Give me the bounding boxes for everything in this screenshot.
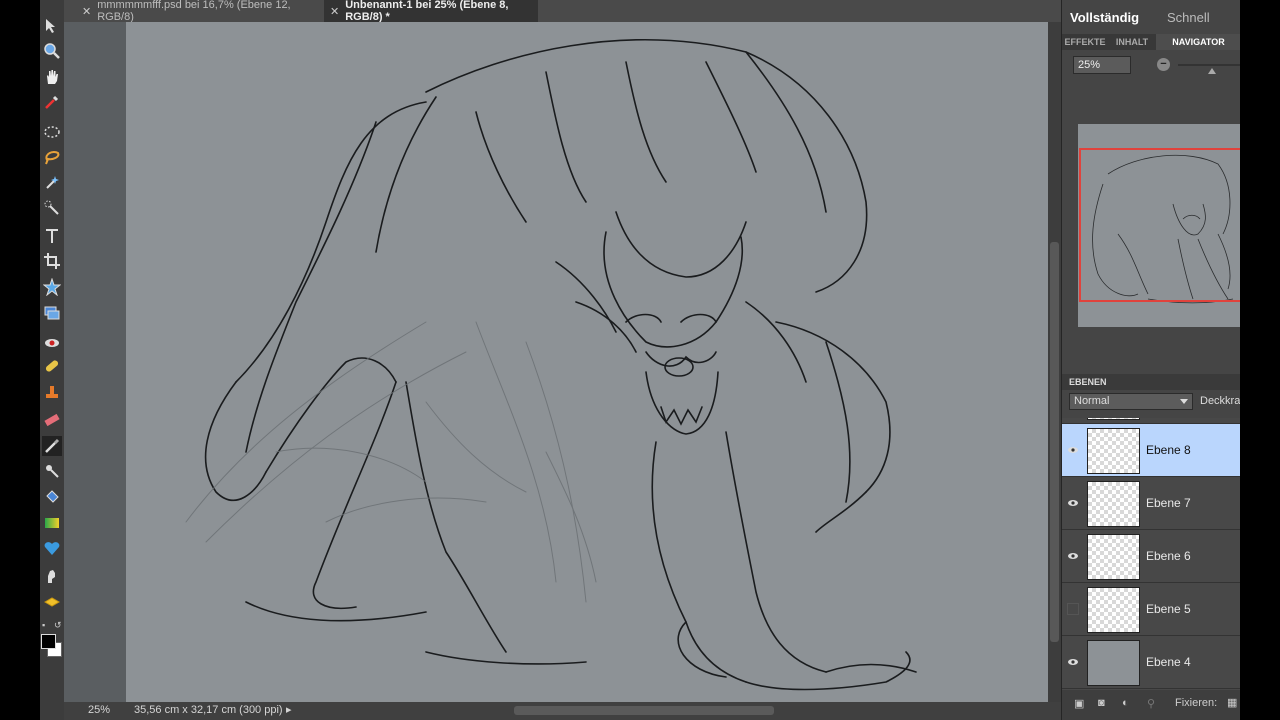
custom-shape-icon[interactable] xyxy=(42,538,62,558)
close-icon[interactable]: ✕ xyxy=(330,5,339,18)
sponge-icon[interactable] xyxy=(42,592,62,612)
navigator-thumbnail[interactable] xyxy=(1078,124,1240,327)
layers-toolbar: ▣ ◙ ◐ ⚲ Fixieren: ▦ xyxy=(1062,690,1240,720)
close-icon[interactable]: ✕ xyxy=(82,5,91,18)
horizontal-scroll-thumb[interactable] xyxy=(514,706,774,715)
default-colors-icon[interactable]: ▪ xyxy=(42,620,45,630)
layer-ebene-7[interactable]: Ebene 7 xyxy=(1062,477,1240,530)
move-icon[interactable] xyxy=(42,16,62,36)
layer-thumbnail xyxy=(1087,428,1140,474)
tab-effekte[interactable]: EFFEKTE xyxy=(1062,34,1108,50)
layer-thumbnail xyxy=(1087,640,1140,686)
tab-mmmmmmfff[interactable]: ✕ mmmmmmfff.psd bei 16,7% (Ebene 12, RGB… xyxy=(76,0,322,23)
tab-label: Unbenannt-1 bei 25% (Ebene 8, RGB/8) * xyxy=(345,0,509,23)
smart-brush-icon[interactable] xyxy=(42,461,62,481)
layer-name: Ebene 4 xyxy=(1146,655,1191,669)
panel-tabs: EFFEKTE INHALT NAVIGATOR xyxy=(1062,34,1240,50)
layer-thumbnail xyxy=(1087,587,1140,633)
tab-unbenannt[interactable]: ✕ Unbenannt-1 bei 25% (Ebene 8, RGB/8) * xyxy=(324,0,538,23)
sketch-canvas[interactable] xyxy=(126,22,1048,702)
layer-ebene-8[interactable]: Ebene 8 xyxy=(1062,424,1240,477)
eye-hidden-icon[interactable] xyxy=(1067,603,1079,615)
link-icon[interactable]: ⚲ xyxy=(1147,697,1155,710)
layers-list: Ebene 8 Ebene 7 Ebene 6 Ebene 5 Ebene 4 xyxy=(1062,418,1240,690)
type-icon[interactable] xyxy=(42,226,62,246)
eye-icon[interactable] xyxy=(1067,497,1079,509)
layer-thumbnail xyxy=(1087,534,1140,580)
tab-navigator[interactable]: NAVIGATOR xyxy=(1156,34,1240,50)
werewolf-sketch xyxy=(185,39,917,691)
navigator-zoom-input[interactable]: 25% xyxy=(1073,56,1131,74)
paint-bucket-icon[interactable] xyxy=(42,487,62,507)
swap-colors-icon[interactable]: ↺ xyxy=(54,620,62,631)
layer-name: Ebene 6 xyxy=(1146,549,1191,563)
vertical-scrollbar[interactable] xyxy=(1048,22,1061,702)
status-menu-arrow-icon[interactable]: ▸ xyxy=(286,703,292,716)
layer-thumbnail xyxy=(1087,418,1140,420)
canvas-area[interactable] xyxy=(64,22,1048,702)
layer-ebene-4[interactable]: Ebene 4 xyxy=(1062,636,1240,689)
toolbox: ▪ ↺ xyxy=(40,0,65,720)
foreground-color-swatch[interactable] xyxy=(41,634,56,649)
stamp-icon[interactable] xyxy=(42,382,62,402)
status-doc-size: 35,56 cm x 32,17 cm (300 ppi) xyxy=(134,704,283,716)
hand-icon[interactable] xyxy=(42,67,62,87)
eye-icon[interactable] xyxy=(1067,444,1079,456)
layer-thumbnail xyxy=(1087,481,1140,527)
smudge-icon[interactable] xyxy=(42,566,62,586)
adjustment-icon[interactable]: ◐ xyxy=(1122,697,1129,709)
layer-mask-icon[interactable]: ◙ xyxy=(1098,697,1105,709)
status-zoom: 25% xyxy=(88,704,111,716)
layer-ebene-6[interactable]: Ebene 6 xyxy=(1062,530,1240,583)
layer-name: Ebene 7 xyxy=(1146,496,1191,510)
quick-selection-icon[interactable] xyxy=(42,198,62,218)
new-layer-icon[interactable]: ▣ xyxy=(1074,697,1084,710)
status-bar: 25% 35,56 cm x 32,17 cm (300 ppi) ▸ xyxy=(64,702,1061,720)
navigator-view-box[interactable] xyxy=(1079,148,1240,302)
zoom-slider-track[interactable] xyxy=(1178,64,1240,66)
red-eye-icon[interactable] xyxy=(42,332,62,352)
eyedropper-icon[interactable] xyxy=(42,92,62,112)
blend-mode-value: Normal xyxy=(1074,395,1110,407)
zoom-slider-knob[interactable] xyxy=(1208,68,1216,74)
right-panel: Vollständig Schnell EFFEKTE INHALT NAVIG… xyxy=(1061,0,1240,720)
layer-ebene-5[interactable]: Ebene 5 xyxy=(1062,583,1240,636)
crop-icon[interactable] xyxy=(42,251,62,271)
lock-label: Fixieren: xyxy=(1175,697,1218,709)
brush-icon[interactable] xyxy=(42,436,62,456)
tab-label: mmmmmmfff.psd bei 16,7% (Ebene 12, RGB/8… xyxy=(97,0,291,23)
healing-icon[interactable] xyxy=(42,356,62,376)
eye-icon[interactable] xyxy=(1067,656,1079,668)
layer-name: Ebene 8 xyxy=(1146,443,1191,457)
eraser-icon[interactable] xyxy=(42,410,62,430)
lasso-icon[interactable] xyxy=(42,147,62,167)
lock-transparency-icon[interactable]: ▦ xyxy=(1227,696,1237,709)
layer-name: Ebene 5 xyxy=(1146,602,1191,616)
layers-panel-title: EBENEN xyxy=(1062,374,1240,390)
zoom-icon[interactable] xyxy=(42,41,62,61)
mode-schnell[interactable]: Schnell xyxy=(1167,0,1210,34)
app-window: ▪ ↺ ✕ mmmmmmfff.psd bei 16,7% (Ebene 12,… xyxy=(40,0,1240,720)
marquee-icon[interactable] xyxy=(42,122,62,142)
layer-icon[interactable] xyxy=(42,303,62,323)
chevron-down-icon xyxy=(1180,399,1188,404)
scroll-thumb[interactable] xyxy=(1050,242,1059,642)
mode-vollstaendig[interactable]: Vollständig xyxy=(1070,0,1139,34)
shape-icon[interactable] xyxy=(42,277,62,297)
eye-icon[interactable] xyxy=(1067,550,1079,562)
document-tabs: ✕ mmmmmmfff.psd bei 16,7% (Ebene 12, RGB… xyxy=(64,0,1061,23)
magic-wand-icon[interactable] xyxy=(42,172,62,192)
blend-mode-select[interactable]: Normal xyxy=(1069,393,1193,410)
tab-inhalt[interactable]: INHALT xyxy=(1108,34,1156,50)
gradient-icon[interactable] xyxy=(42,513,62,533)
opacity-label: Deckkra xyxy=(1200,395,1240,407)
zoom-out-icon[interactable]: − xyxy=(1157,58,1170,71)
